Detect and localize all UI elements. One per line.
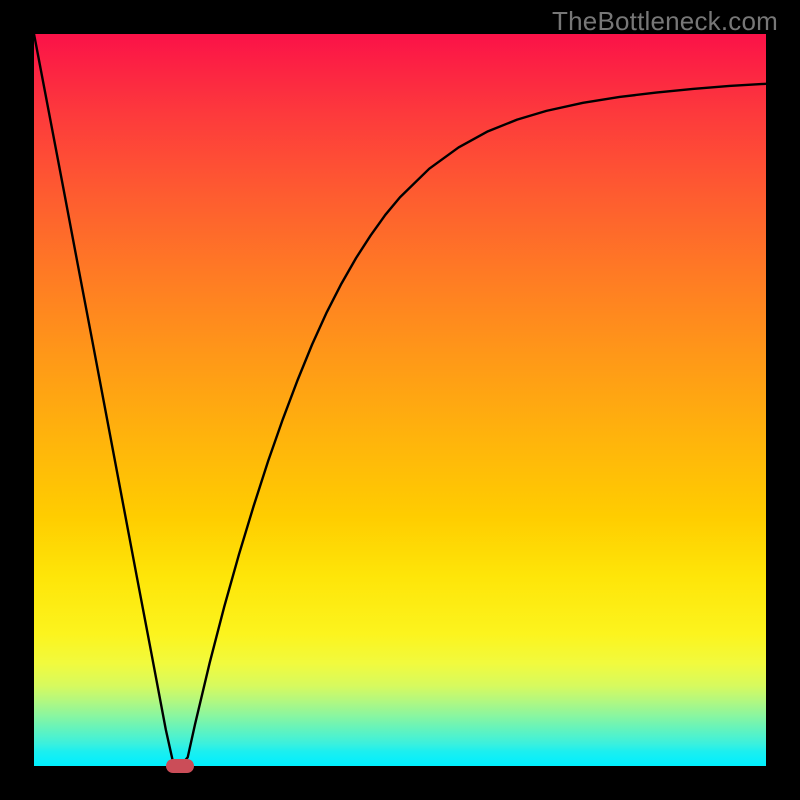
plot-area	[34, 34, 766, 766]
bottleneck-curve	[34, 34, 766, 766]
watermark-text: TheBottleneck.com	[552, 6, 778, 37]
optimal-marker	[166, 759, 194, 773]
chart-frame: TheBottleneck.com	[0, 0, 800, 800]
